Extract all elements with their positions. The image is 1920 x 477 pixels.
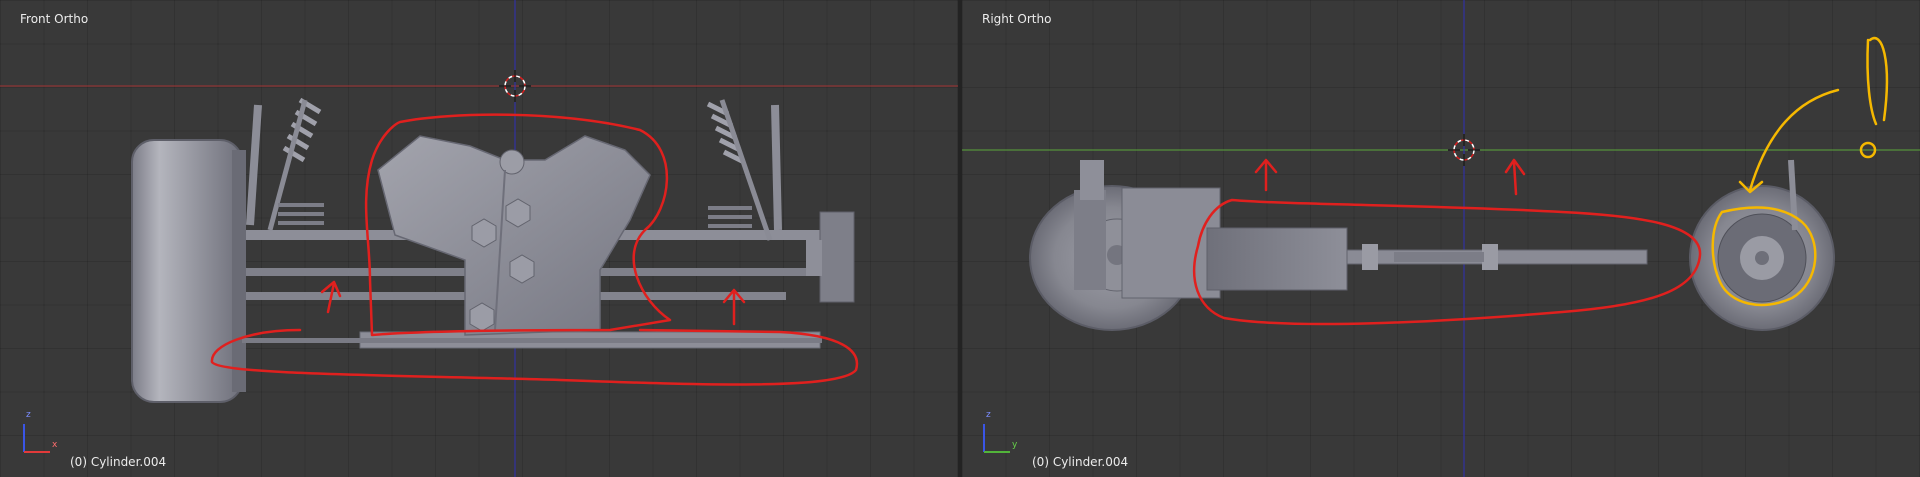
gizmo-up-label: z: [26, 410, 31, 420]
gizmo-right-label: x: [52, 440, 58, 450]
arrow-2: [1504, 158, 1526, 196]
front-view-scene: [0, 0, 958, 477]
right-hub: [819, 211, 855, 303]
gizmo-up-label-right: z: [986, 410, 991, 420]
gizmo-right-label-right: y: [1012, 440, 1018, 450]
viewport-title-right: Right Ortho: [982, 12, 1052, 26]
right-shock-absorber: [706, 99, 782, 241]
axis-gizmo-right: [983, 424, 1010, 453]
axis-gizmo: [23, 424, 50, 453]
active-object-label-right: (0) Cylinder.004: [1032, 455, 1129, 469]
exclamation-stem: [1866, 37, 1889, 126]
active-object-label: (0) Cylinder.004: [70, 455, 167, 469]
viewport-front-ortho[interactable]: Front Ortho (0) Cylinder.004 z x: [0, 0, 958, 477]
gearbox: [1206, 227, 1348, 291]
front-tire: [131, 139, 243, 403]
viewport-right-ortho[interactable]: Right Ortho (0) Cylinder.004 z y: [962, 0, 1920, 477]
engine-bolt-top: [499, 149, 525, 175]
viewport-title: Front Ortho: [20, 12, 89, 26]
left-shock-absorber: [246, 97, 324, 231]
arrow-1: [1254, 158, 1278, 192]
right-view-scene: [962, 0, 1920, 477]
rear-housing: [1121, 187, 1221, 299]
